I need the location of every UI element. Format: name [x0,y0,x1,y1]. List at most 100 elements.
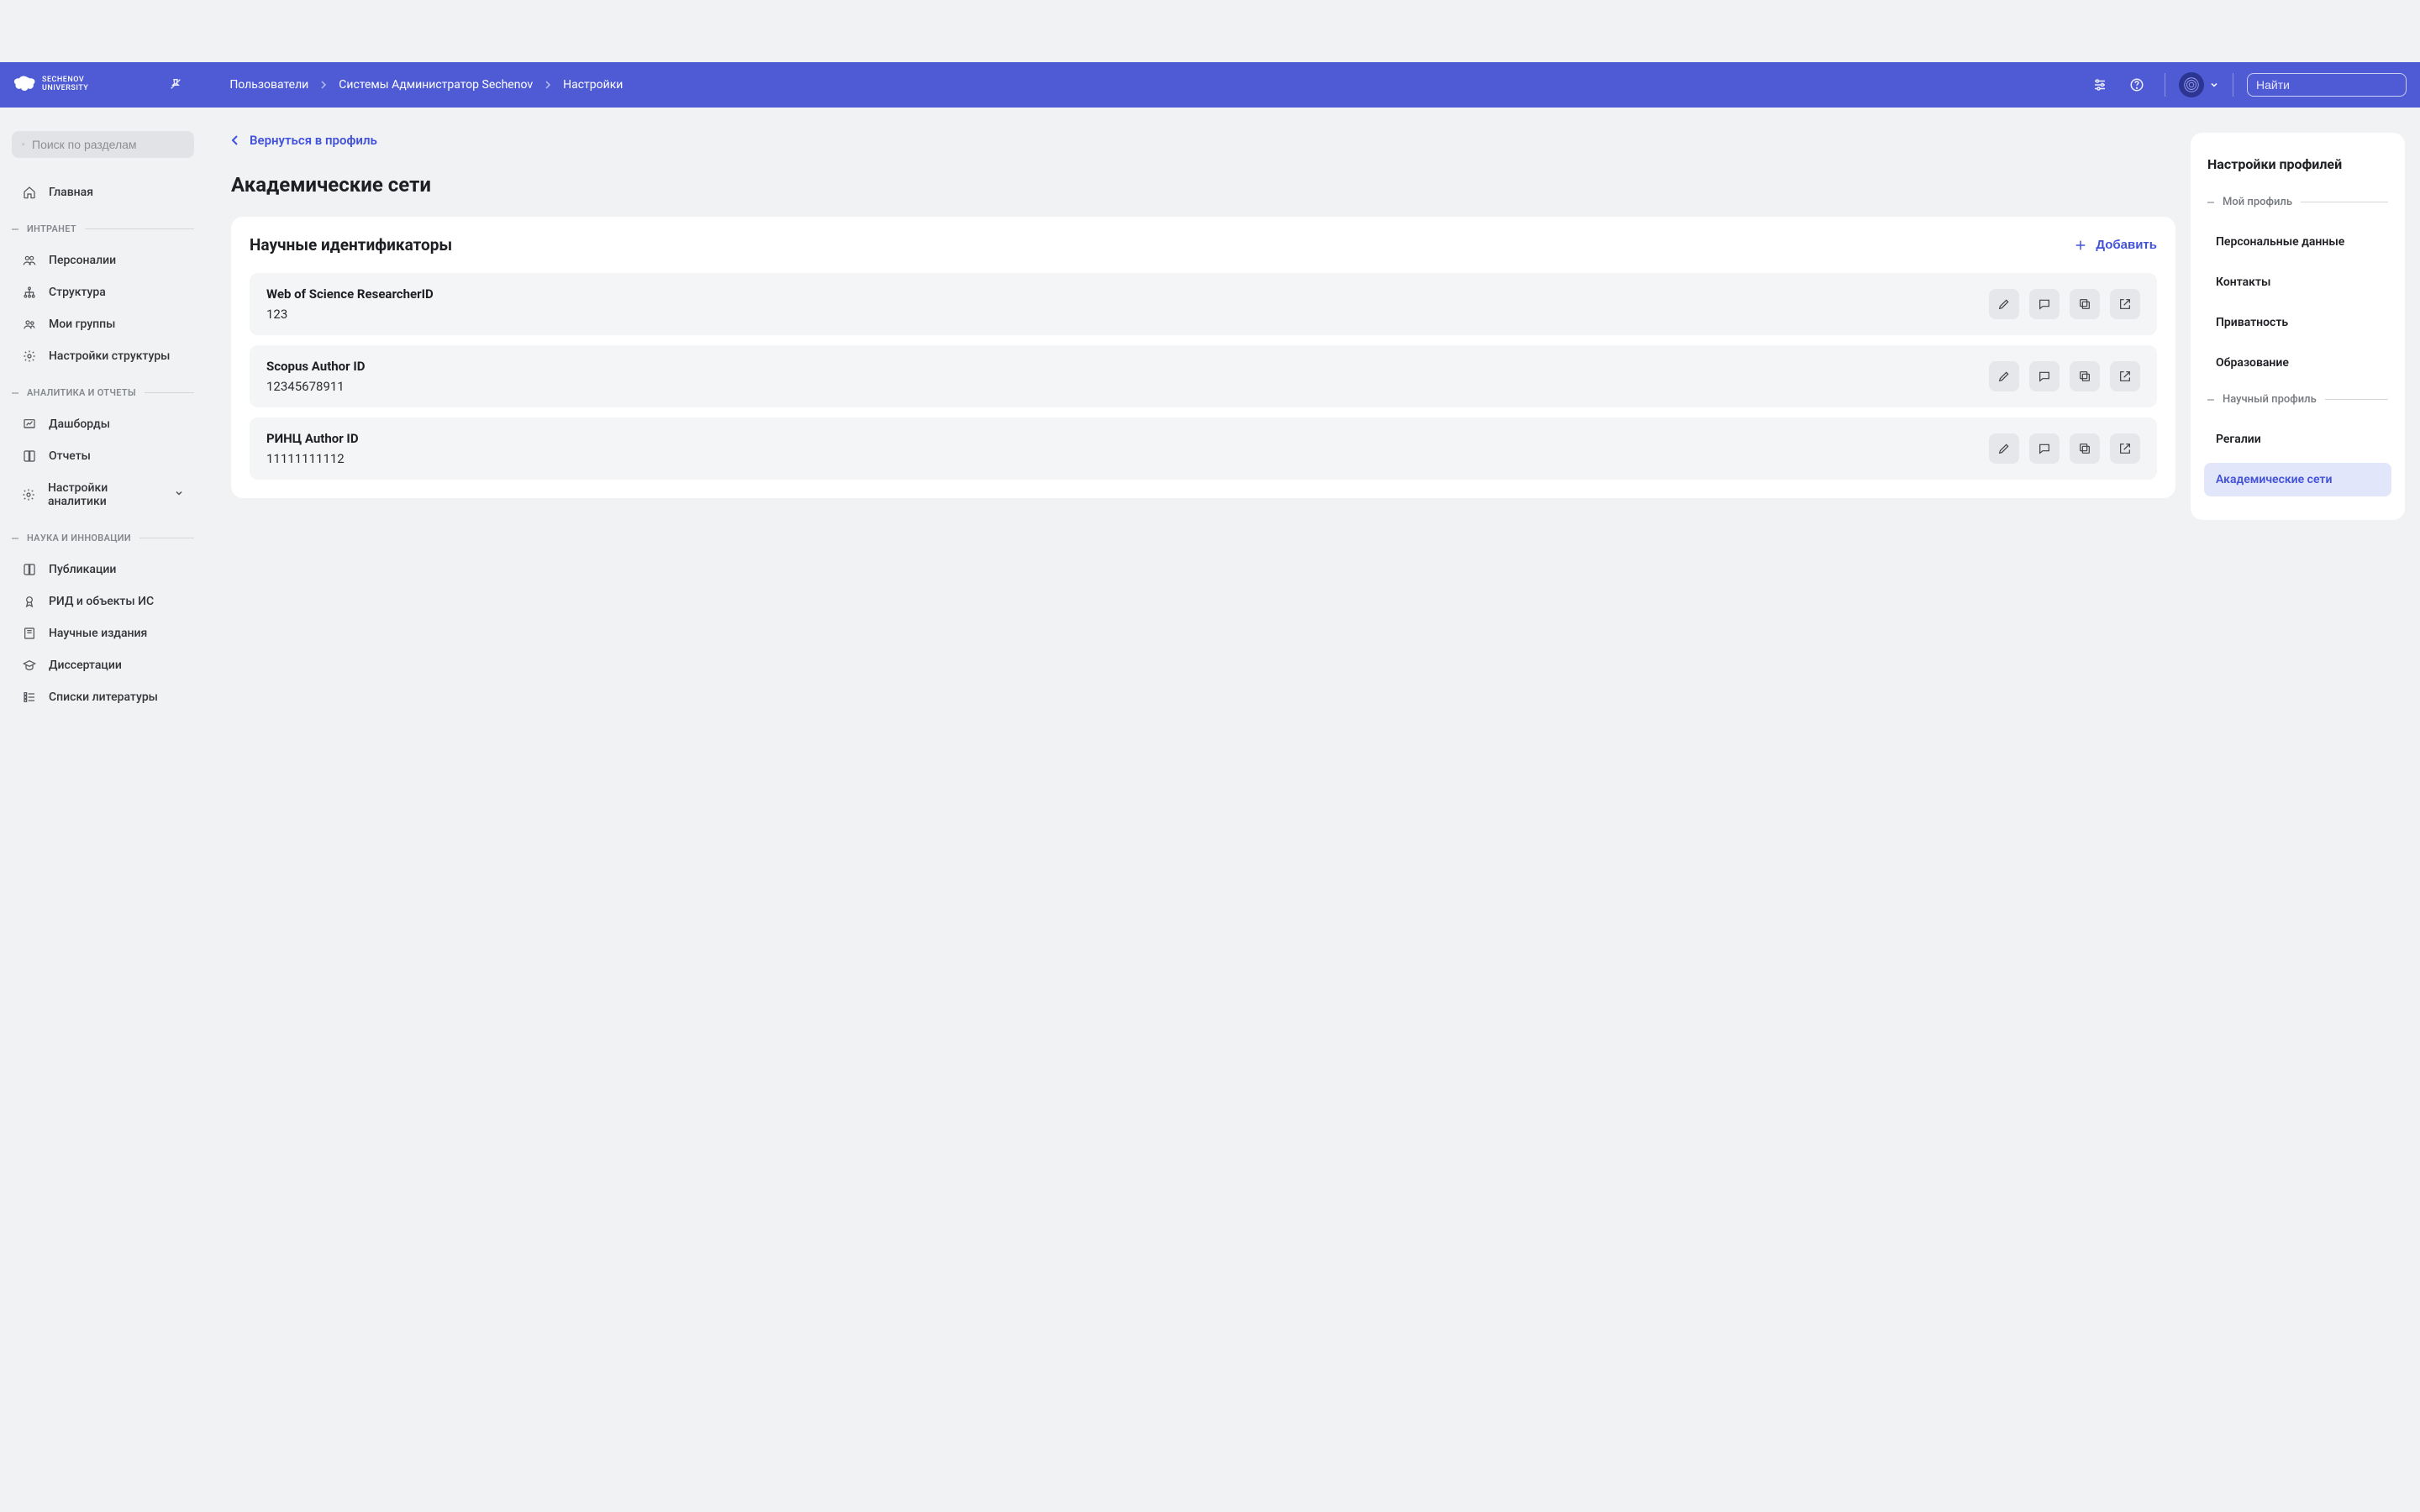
list-icon [22,690,37,704]
settings-panel-title: Настройки профилей [2204,156,2391,172]
sidebar-item-analytics-settings[interactable]: Настройки аналитики [12,472,194,517]
identifier-list: Web of Science ResearcherID123 Scopus Aut… [250,273,2157,480]
book-icon [22,449,37,463]
settings-section-my-profile: Мой профиль [2204,196,2391,208]
book-open-icon [22,563,37,576]
chat-icon [2038,370,2051,383]
sidebar-section-science: НАУКА И ИННОВАЦИИ [12,517,194,554]
sidebar-item-publications[interactable]: Публикации [12,554,194,585]
copy-button[interactable] [2070,289,2100,319]
copy-icon [2078,442,2091,455]
breadcrumb-item-0[interactable]: Пользователи [229,78,308,92]
sidebar-item-label: Мои группы [49,318,115,331]
copy-button[interactable] [2070,361,2100,391]
sidebar-item-personalii[interactable]: Персоналии [12,244,194,276]
breadcrumb: Пользователи Системы Администратор Seche… [229,78,623,92]
sidebar-item-reports[interactable]: Отчеты [12,440,194,472]
award-icon [22,595,37,608]
settings-my-list: Персональные данные Контакты Приватность Об… [2204,225,2391,380]
gear-icon [22,488,36,501]
sidebar-item-label: Настройки структуры [49,349,170,363]
sidebar-item-label: Научные издания [49,627,147,640]
chevron-down-icon [2209,80,2219,90]
comment-button[interactable] [2029,433,2060,464]
user-menu[interactable] [2179,72,2219,97]
sidebar-item-dashboards[interactable]: Дашборды [12,408,194,440]
identifier-value: 11111111112 [266,451,359,466]
breadcrumb-item-1[interactable]: Системы Администратор Sechenov [339,78,533,92]
identifier-row: Web of Science ResearcherID123 [250,273,2157,335]
breadcrumb-item-2[interactable]: Настройки [563,78,623,92]
chevron-right-icon [320,80,327,90]
identifier-row: РИНЦ Author ID 11111111112 [250,417,2157,480]
home-icon [22,186,37,199]
edit-button[interactable] [1989,361,2019,391]
page-title: Академические сети [231,173,2175,197]
sliders-icon [2092,77,2107,92]
sidebar-item-groups[interactable]: Мои группы [12,308,194,340]
hierarchy-icon [22,286,37,299]
sidebar-item-bibliography[interactable]: Списки литературы [12,681,194,713]
sidebar-search[interactable] [12,131,194,158]
settings-item[interactable]: Приватность [2204,306,2391,339]
pin-toggle-button[interactable] [164,72,187,98]
logo-icon [12,73,35,97]
chevron-left-icon [231,134,239,146]
settings-item[interactable]: Персональные данные [2204,225,2391,259]
sidebar-item-label: Публикации [49,563,116,576]
identifier-value: 12345678911 [266,379,366,394]
graduation-icon [22,659,37,672]
help-icon [2129,77,2144,92]
sidebar-item-label: РИД и объекты ИС [49,595,154,608]
sidebar-item-struct-settings[interactable]: Настройки структуры [12,340,194,372]
open-external-button[interactable] [2110,361,2140,391]
sidebar-item-label: Списки литературы [49,690,158,704]
sidebar-item-dissertations[interactable]: Диссертации [12,649,194,681]
add-identifier-button[interactable]: Добавить [2074,238,2157,252]
comment-button[interactable] [2029,289,2060,319]
sidebar-item-journals[interactable]: Научные издания [12,617,194,649]
open-external-button[interactable] [2110,433,2140,464]
pencil-icon [1997,442,2011,455]
sidebar-item-label: Диссертации [49,659,122,672]
brand-logo[interactable]: SECHENOV UNIVERSITY [8,73,88,97]
plus-icon [2074,239,2087,252]
open-external-button[interactable] [2110,289,2140,319]
top-header: SECHENOV UNIVERSITY Пользователи Системы… [0,62,2420,108]
identifier-name: РИНЦ Author ID [266,431,359,446]
settings-section-sci-profile: Научный профиль [2204,393,2391,406]
settings-item[interactable]: Контакты [2204,265,2391,299]
sidebar-item-rid[interactable]: РИД и объекты ИС [12,585,194,617]
users-icon [22,254,37,267]
sidebar-item-label: Персоналии [49,254,116,267]
identifier-row: Scopus Author ID 12345678911 [250,345,2157,407]
chat-icon [2038,442,2051,455]
external-link-icon [2118,370,2132,383]
edit-button[interactable] [1989,289,2019,319]
copy-button[interactable] [2070,433,2100,464]
sidebar-item-label: Структура [49,286,106,299]
sidebar-item-home[interactable]: Главная [12,176,194,208]
global-search[interactable] [2247,73,2407,97]
identifier-name: Web of Science ResearcherID [266,286,434,302]
settings-sliders-button[interactable] [2086,71,2114,99]
sidebar-item-label: Отчеты [49,449,91,463]
help-button[interactable] [2123,71,2151,99]
sidebar: Главная ИНТРАНЕТ Персоналии Структура Мо… [0,108,206,730]
settings-sci-list: Регалии Академические сети [2204,423,2391,496]
brand-line2: UNIVERSITY [42,85,88,93]
settings-item[interactable]: Образование [2204,346,2391,380]
back-to-profile-link[interactable]: Вернуться в профиль [231,133,377,148]
global-search-input[interactable] [2256,78,2408,92]
card-title: Научные идентификаторы [250,235,452,255]
dashboard-icon [22,417,37,431]
comment-button[interactable] [2029,361,2060,391]
edit-button[interactable] [1989,433,2019,464]
settings-item[interactable]: Регалии [2204,423,2391,456]
sidebar-search-input[interactable] [32,138,184,151]
sidebar-item-structure[interactable]: Структура [12,276,194,308]
pin-off-icon [169,77,182,91]
identifiers-card: Научные идентификаторы Добавить Web of S… [231,217,2175,498]
identifier-name: Scopus Author ID [266,359,366,374]
settings-item[interactable]: Академические сети [2204,463,2391,496]
